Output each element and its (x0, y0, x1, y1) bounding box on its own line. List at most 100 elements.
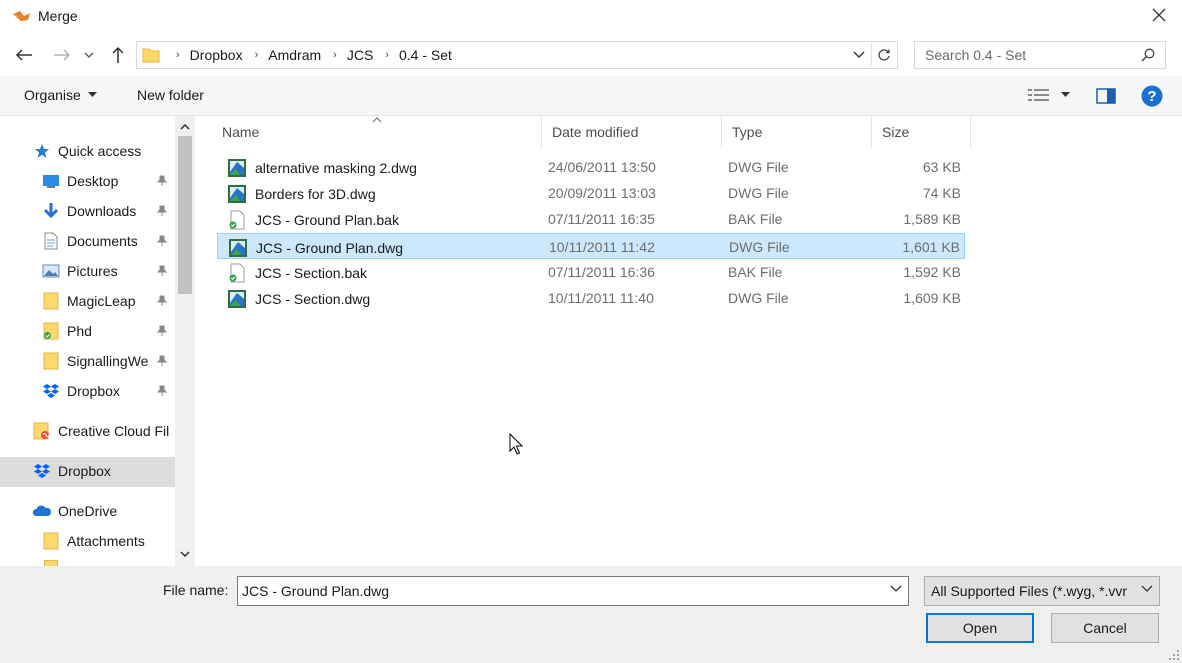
breadcrumb-item[interactable]: Amdram › (268, 47, 347, 63)
scroll-down-button[interactable] (178, 546, 192, 562)
bak-file-icon (227, 263, 255, 283)
folder-icon (41, 532, 61, 550)
breadcrumb-item[interactable]: 0.4 - Set (399, 47, 452, 63)
folder-icon (41, 352, 61, 370)
nav-item-quick-access[interactable]: Quick access (32, 138, 141, 164)
help-button[interactable]: ? (1141, 85, 1163, 107)
nav-item-signallingwe[interactable]: SignallingWe (41, 348, 176, 374)
pin-icon (156, 264, 168, 280)
close-icon (1152, 8, 1166, 22)
chevron-down-icon[interactable] (890, 585, 902, 593)
up-button[interactable] (107, 44, 129, 66)
file-type-cell: DWG File (729, 238, 790, 255)
open-button[interactable]: Open (926, 613, 1034, 643)
pin-icon (156, 354, 168, 370)
forward-button[interactable] (51, 44, 73, 66)
scrollbar-thumb[interactable] (178, 136, 192, 294)
nav-item-documents[interactable]: Documents (41, 228, 176, 254)
file-date-cell: 07/11/2011 16:36 (548, 263, 655, 280)
search-input[interactable] (915, 47, 1130, 63)
forward-arrow-icon (54, 49, 71, 61)
nav-item-dropbox-pinned[interactable]: Dropbox (41, 378, 176, 404)
scroll-up-button[interactable] (178, 119, 192, 135)
refresh-button[interactable] (871, 44, 895, 66)
chevron-down-icon (853, 51, 865, 58)
pictures-icon (41, 262, 61, 280)
file-type-cell: DWG File (728, 290, 789, 306)
file-name-cell: Borders for 3D.dwg (227, 184, 376, 204)
change-view-button[interactable] (1028, 88, 1050, 102)
file-name-text: JCS - Ground Plan.dwg (256, 239, 404, 256)
nav-item-downloads[interactable]: Downloads (41, 198, 176, 224)
file-type-cell: BAK File (728, 263, 783, 280)
breadcrumb-item[interactable]: JCS › (347, 47, 399, 63)
address-history-dropdown[interactable] (851, 47, 867, 63)
column-header-size[interactable]: Size (872, 116, 971, 148)
file-name-cell: JCS - Ground Plan.bak (227, 210, 399, 230)
nav-item-onedrive[interactable]: OneDrive (32, 498, 117, 524)
nav-item-creative-cloud[interactable]: Creative Cloud Fil (32, 418, 169, 444)
folder-synced-icon (41, 322, 61, 340)
file-date-cell: 07/11/2011 16:35 (548, 211, 655, 228)
onedrive-cloud-icon (32, 502, 52, 520)
cancel-button[interactable]: Cancel (1051, 613, 1159, 643)
file-name-cell: alternative masking 2.dwg (227, 158, 417, 178)
nav-item-attachments[interactable]: Attachments (41, 528, 145, 554)
file-name-text: JCS - Section.dwg (255, 291, 371, 307)
file-name-text: JCS - Ground Plan.bak (255, 212, 399, 229)
search-box[interactable] (914, 41, 1166, 69)
file-row[interactable]: JCS - Ground Plan.dwg 10/11/2011 11:42 DWG… (217, 232, 965, 259)
file-name-combobox[interactable] (237, 576, 909, 606)
nav-item-magicleap[interactable]: MagicLeap (41, 288, 176, 314)
file-row[interactable]: JCS - Section.dwg 10/11/2011 11:40 DWG Fil… (217, 285, 965, 311)
file-row[interactable]: JCS - Ground Plan.bak 07/11/2011 16:35 BAK… (217, 206, 965, 232)
chevron-down-icon (1141, 585, 1153, 592)
pin-icon (156, 324, 168, 340)
help-icon: ? (1141, 85, 1163, 107)
back-button[interactable] (13, 44, 35, 66)
caret-down-icon (1061, 92, 1070, 97)
file-size-cell: 1,589 KB (903, 211, 961, 228)
up-arrow-icon (112, 46, 124, 63)
file-row[interactable]: alternative masking 2.dwg 24/06/2011 13:5… (217, 154, 965, 180)
file-date-cell: 24/06/2011 13:50 (548, 159, 656, 175)
file-name-text: JCS - Section.bak (255, 264, 368, 281)
documents-icon (41, 232, 61, 250)
file-type-filter-value: All Supported Files (*.wyg, *.vvr (931, 583, 1128, 599)
dwg-file-icon (227, 289, 255, 309)
nav-item-dropbox[interactable]: Dropbox (32, 458, 111, 484)
file-name-text: Borders for 3D.dwg (255, 186, 376, 203)
file-type-filter-select[interactable]: All Supported Files (*.wyg, *.vvr (924, 576, 1160, 606)
new-folder-button[interactable]: New folder (137, 87, 204, 103)
close-button[interactable] (1144, 2, 1174, 28)
file-row[interactable]: JCS - Section.bak 07/11/2011 16:36 BAK Fil… (217, 259, 965, 285)
recent-locations-button[interactable] (81, 44, 97, 66)
address-bar[interactable]: › Dropbox › Amdram › JCS › 0.4 - Set (136, 41, 898, 69)
creative-cloud-folder-icon (32, 422, 52, 440)
dropbox-icon (32, 462, 52, 480)
svg-text:?: ? (1147, 88, 1156, 105)
file-name-input[interactable] (238, 583, 868, 599)
nav-item-phd[interactable]: Phd (41, 318, 176, 344)
nav-scrollbar[interactable] (175, 116, 195, 566)
organise-menu[interactable]: Organise (24, 87, 97, 103)
file-name-cell: JCS - Section.bak (227, 263, 367, 283)
view-options-dropdown[interactable] (1061, 92, 1070, 98)
preview-pane-button[interactable] (1096, 88, 1116, 104)
pin-icon (156, 234, 168, 250)
breadcrumb-item[interactable]: Dropbox › (190, 47, 269, 63)
nav-item-desktop[interactable]: Desktop (41, 168, 176, 194)
column-header-date[interactable]: Date modified (542, 116, 722, 148)
folder-icon (41, 292, 61, 310)
column-header-type[interactable]: Type (722, 116, 872, 148)
file-row[interactable]: Borders for 3D.dwg 20/09/2011 13:03 DWG Fi… (217, 180, 965, 206)
resize-grip-icon[interactable] (1168, 649, 1180, 661)
dropbox-icon (41, 382, 61, 400)
column-header-name[interactable]: Name (212, 116, 542, 148)
search-icon (1141, 48, 1155, 62)
dwg-file-icon (227, 158, 255, 178)
nav-item-pictures[interactable]: Pictures (41, 258, 176, 284)
file-name-cell: JCS - Section.dwg (227, 289, 370, 309)
star-icon (32, 142, 52, 160)
file-type-cell: DWG File (728, 159, 789, 175)
